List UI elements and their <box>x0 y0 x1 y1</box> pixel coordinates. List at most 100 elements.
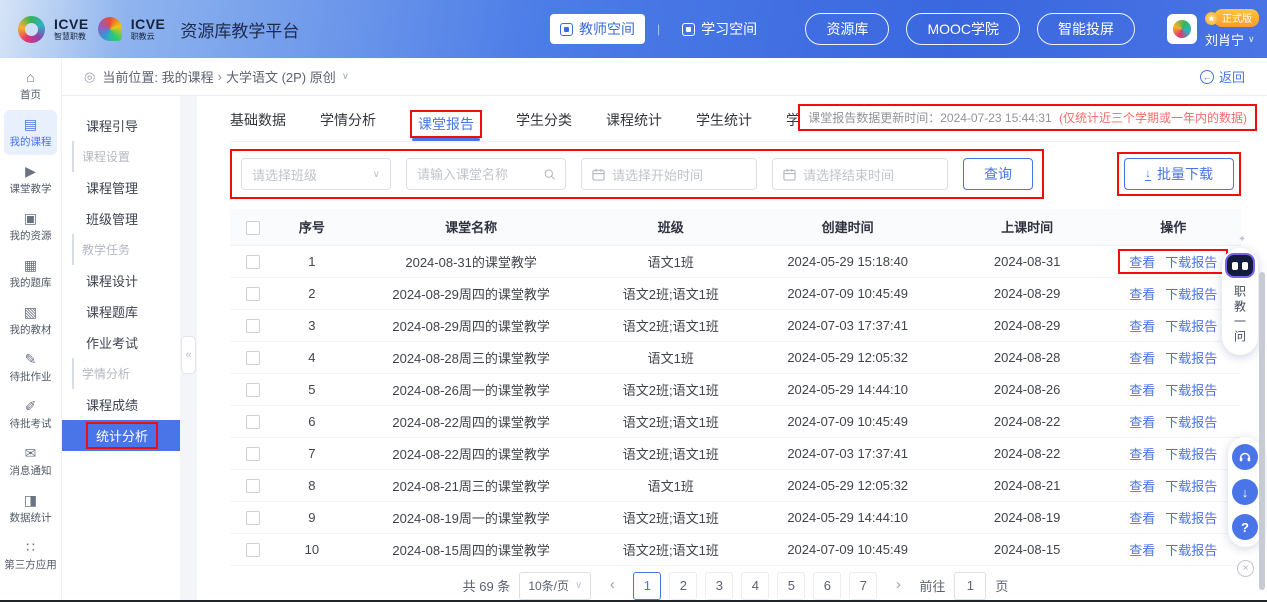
view-link[interactable]: 查看 <box>1129 255 1155 270</box>
sidebar-item-my-textbooks[interactable]: ▧我的教材 <box>4 298 57 343</box>
menu-item-course-grades[interactable]: 课程成绩 <box>62 389 180 420</box>
view-link[interactable]: 查看 <box>1129 383 1155 398</box>
actions-cell: 查看下载报告 <box>1105 341 1241 373</box>
end-date-picker[interactable]: 请选择结束时间 <box>772 158 948 190</box>
download-report-link[interactable]: 下载报告 <box>1165 415 1217 430</box>
page-button-6[interactable]: 6 <box>813 572 841 600</box>
user-name[interactable]: 刘肖宁 ∨ <box>1205 30 1255 49</box>
menu-item-class-management[interactable]: 班级管理 <box>62 203 180 234</box>
sidebar-item-my-question-bank[interactable]: ▦我的题库 <box>4 251 57 296</box>
breadcrumb-current[interactable]: 大学语文 (2P) 原创 <box>226 67 336 86</box>
row-checkbox[interactable] <box>246 383 260 397</box>
smart-cast-button[interactable]: 智能投屏 <box>1037 13 1135 45</box>
row-checkbox[interactable] <box>246 319 260 333</box>
batch-download-button[interactable]: ↓ 批量下载 <box>1124 158 1234 190</box>
row-checkbox[interactable] <box>246 255 260 269</box>
resource-library-button[interactable]: 资源库 <box>805 13 889 45</box>
vertical-scrollbar[interactable] <box>1259 272 1265 590</box>
download-report-link[interactable]: 下载报告 <box>1165 479 1217 494</box>
menu-item-course-question-bank[interactable]: 课程题库 <box>62 296 180 327</box>
row-checkbox[interactable] <box>246 543 260 557</box>
view-link[interactable]: 查看 <box>1129 415 1155 430</box>
back-button[interactable]: ← 返回 <box>1200 67 1245 86</box>
row-checkbox[interactable] <box>246 415 260 429</box>
row-checkbox[interactable] <box>246 287 260 301</box>
download-report-link[interactable]: 下载报告 <box>1165 287 1217 302</box>
download-report-link[interactable]: 下载报告 <box>1165 447 1217 462</box>
start-date-picker[interactable]: 请选择开始时间 <box>581 158 757 190</box>
view-link[interactable]: 查看 <box>1129 351 1155 366</box>
row-checkbox[interactable] <box>246 511 260 525</box>
page-button-3[interactable]: 3 <box>705 572 733 600</box>
goto-page-input[interactable] <box>954 572 986 600</box>
sidebar-item-data-statistics[interactable]: ◨数据统计 <box>4 486 57 531</box>
tab-class-report[interactable]: 课堂报告 <box>410 104 482 141</box>
close-toolbar-button[interactable]: × <box>1237 560 1254 577</box>
sidebar-item-my-courses[interactable]: ▤我的课程 <box>4 110 57 155</box>
class-select[interactable]: 请选择班级 ∨ <box>241 158 391 190</box>
actions-cell: 查看下载报告 <box>1105 309 1241 341</box>
sidebar-item-notifications[interactable]: ✉消息通知 <box>4 439 57 484</box>
chevron-down-icon[interactable]: ∨ <box>342 71 349 82</box>
assistant-widget[interactable]: 职教一问 <box>1222 248 1258 355</box>
row-checkbox[interactable] <box>246 479 260 493</box>
avatar[interactable] <box>1167 14 1197 44</box>
page-button-5[interactable]: 5 <box>777 572 805 600</box>
tab-learning-analysis[interactable]: 学情分析 <box>320 104 376 141</box>
page-button-2[interactable]: 2 <box>669 572 697 600</box>
breadcrumb-root[interactable]: 我的课程 <box>162 67 214 86</box>
view-link[interactable]: 查看 <box>1129 319 1155 334</box>
mooc-academy-button[interactable]: MOOC学院 <box>906 13 1020 45</box>
seq-cell: 10 <box>277 533 348 565</box>
sidebar-item-pending-homework[interactable]: ✎待批作业 <box>4 345 57 390</box>
tab-basic-data[interactable]: 基础数据 <box>230 104 286 141</box>
help-button[interactable]: ? <box>1232 514 1258 540</box>
customer-service-button[interactable] <box>1232 444 1258 470</box>
sidebar-item-my-resources[interactable]: ▣我的资源 <box>4 204 57 249</box>
view-link[interactable]: 查看 <box>1129 479 1155 494</box>
nav-learning-space[interactable]: 学习空间 <box>672 14 767 44</box>
download-report-link[interactable]: 下载报告 <box>1165 351 1217 366</box>
tab-student-classification[interactable]: 学生分类 <box>516 104 572 141</box>
menu-item-course-design[interactable]: 课程设计 <box>62 265 180 296</box>
menu-item-statistical-analysis[interactable]: 统计分析 <box>62 420 180 451</box>
tab-course-statistics[interactable]: 课程统计 <box>606 104 662 141</box>
view-link[interactable]: 查看 <box>1129 543 1155 558</box>
search-button[interactable]: 查询 <box>963 158 1033 190</box>
download-report-link[interactable]: 下载报告 <box>1165 319 1217 334</box>
courses-icon: ▤ <box>24 117 37 131</box>
menu-item-course-management[interactable]: 课程管理 <box>62 172 180 203</box>
view-link[interactable]: 查看 <box>1129 511 1155 526</box>
table-row: 102024-08-15周四的课堂教学语文2班;语文1班2024-07-09 1… <box>230 533 1241 565</box>
next-page-button[interactable]: › <box>886 572 910 600</box>
collapse-sidebar-handle[interactable]: « <box>181 336 196 374</box>
download-report-link[interactable]: 下载报告 <box>1165 543 1217 558</box>
sidebar-item-classroom-teaching[interactable]: ▶课堂教学 <box>4 157 57 202</box>
sidebar-item-pending-exams[interactable]: ✐待批考试 <box>4 392 57 437</box>
tab-student-statistics[interactable]: 学生统计 <box>696 104 752 141</box>
page-size-select[interactable]: 10条/页 ∨ <box>519 572 591 600</box>
page-button-7[interactable]: 7 <box>849 572 877 600</box>
view-link[interactable]: 查看 <box>1129 287 1155 302</box>
download-report-link[interactable]: 下载报告 <box>1165 511 1217 526</box>
page-button-4[interactable]: 4 <box>741 572 769 600</box>
download-center-button[interactable]: ↓ <box>1232 479 1258 505</box>
download-report-link[interactable]: 下载报告 <box>1165 383 1217 398</box>
row-checkbox[interactable] <box>246 351 260 365</box>
view-link[interactable]: 查看 <box>1129 447 1155 462</box>
sidebar-item-third-party-apps[interactable]: ∷第三方应用 <box>4 533 57 578</box>
nav-teacher-space[interactable]: 教师空间 <box>550 14 645 44</box>
menu-item-course-guide[interactable]: 课程引导 <box>62 110 180 141</box>
prev-page-button[interactable]: ‹ <box>600 572 624 600</box>
class-report-table: 序号课堂名称班级创建时间上课时间操作 12024-08-31的课堂教学语文1班2… <box>230 209 1241 566</box>
page-button-1[interactable]: 1 <box>633 572 661 600</box>
user-block[interactable]: ★ 正式版 刘肖宁 ∨ <box>1167 0 1259 58</box>
download-report-link[interactable]: 下载报告 <box>1165 255 1217 270</box>
select-all-checkbox[interactable] <box>246 221 260 235</box>
class-name-search[interactable] <box>406 158 566 190</box>
sidebar-item-home[interactable]: ⌂首页 <box>4 63 57 108</box>
class-name-input[interactable] <box>417 167 537 182</box>
start-time-cell: 2024-08-22 <box>949 405 1106 437</box>
row-checkbox[interactable] <box>246 447 260 461</box>
menu-item-homework-exam[interactable]: 作业考试 <box>62 327 180 358</box>
